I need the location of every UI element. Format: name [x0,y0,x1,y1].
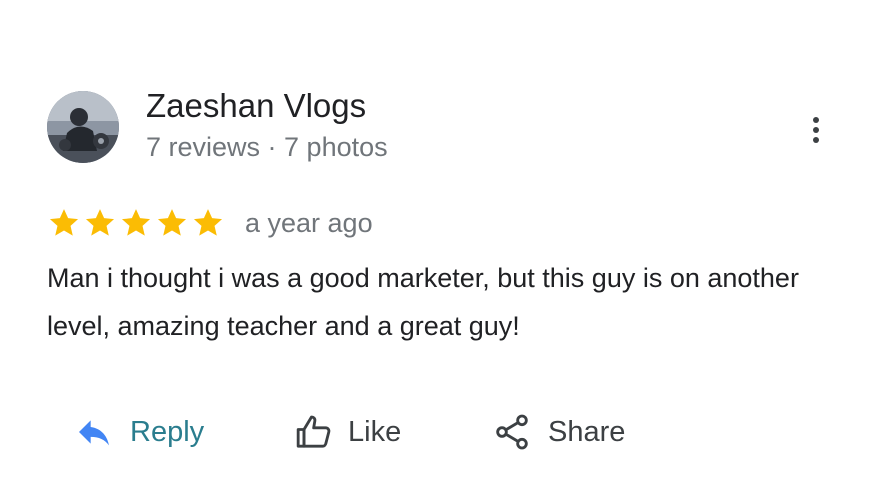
star-icon [155,206,189,240]
like-label: Like [348,416,402,448]
share-label: Share [548,416,626,448]
share-icon [496,414,528,450]
review-actions: Reply Like Share [0,408,877,456]
star-icon [47,206,81,240]
share-button[interactable]: Share [492,408,625,456]
rating-row: a year ago [47,203,373,243]
author-avatar[interactable] [47,91,119,163]
reply-label: Reply [130,416,205,448]
review-card: Zaeshan Vlogs 7 reviews · 7 photos a yea… [0,0,877,477]
avatar-photo [47,91,119,163]
like-button[interactable]: Like [294,408,401,456]
more-options-button[interactable] [800,110,832,150]
more-vert-icon [813,117,819,143]
review-text: Man i thought i was a good marketer, but… [47,263,799,341]
review-date: a year ago [245,208,373,238]
author-name[interactable]: Zaeshan Vlogs [146,86,366,126]
thumb-up-icon [296,415,331,448]
star-icon [191,206,225,240]
star-icon [119,206,153,240]
author-meta: 7 reviews · 7 photos [146,132,388,162]
star-icon [83,206,117,240]
reply-button[interactable]: Reply [74,408,204,456]
star-rating [47,206,225,240]
reply-arrow-icon [79,420,109,446]
